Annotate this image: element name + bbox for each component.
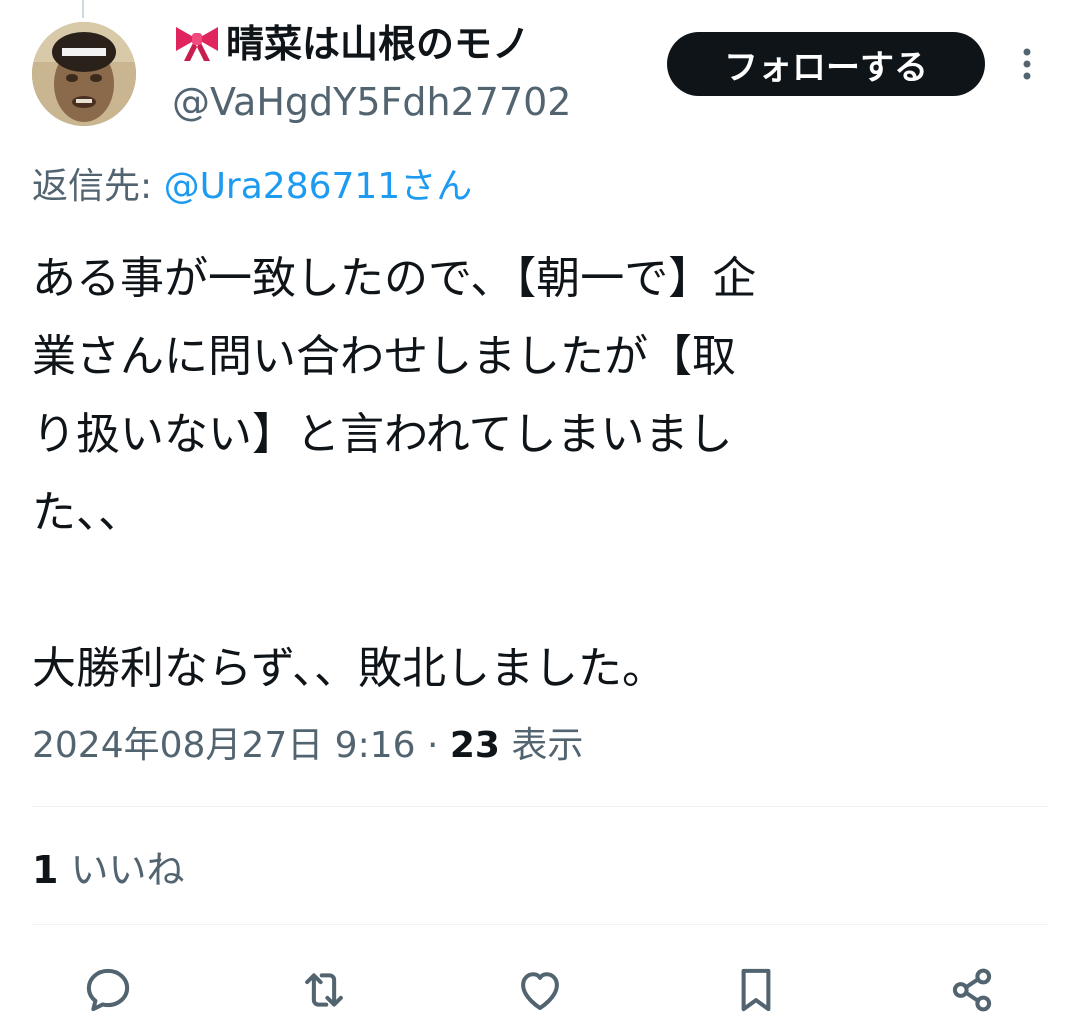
tweet-meta: 2024年08月27日 9:16 · 23 表示 xyxy=(32,718,583,774)
likes-label: いいね xyxy=(58,848,185,892)
bookmark-button[interactable] xyxy=(726,960,786,1020)
avatar[interactable] xyxy=(32,22,136,126)
thread-connector-line xyxy=(82,0,84,18)
tweet-text: ある事が一致したので、【朝一で】企 業さんに問い合わせしましたが【取 り扱いない… xyxy=(32,240,1032,708)
reply-button[interactable] xyxy=(78,960,138,1020)
tweet-timestamp[interactable]: 2024年08月27日 9:16 xyxy=(32,725,416,766)
action-bar xyxy=(32,950,1048,1026)
reply-to-prefix: 返信先: xyxy=(32,166,164,207)
views-count: 23 xyxy=(449,725,500,766)
author-display-name[interactable]: 晴菜は山根のモノ xyxy=(172,18,530,70)
ribbon-icon xyxy=(176,27,218,61)
like-icon xyxy=(521,972,559,1011)
tweet-text-blank-line xyxy=(32,552,1032,630)
reply-icon xyxy=(86,968,130,1012)
meta-separator: · xyxy=(415,725,450,766)
follow-button[interactable]: フォローする xyxy=(667,32,985,96)
divider xyxy=(32,806,1048,807)
tweet-text-line: 業さんに問い合わせしましたが【取 xyxy=(32,331,736,382)
reply-to-mention-link[interactable]: @Ura286711さん xyxy=(164,166,473,207)
retweet-button[interactable] xyxy=(294,960,354,1020)
likes-summary[interactable]: 1 いいね xyxy=(32,842,185,898)
divider xyxy=(32,924,1048,925)
more-options-icon[interactable] xyxy=(1012,44,1042,84)
likes-count: 1 xyxy=(32,848,59,892)
share-button[interactable] xyxy=(942,960,1002,1020)
tweet-text-line: ある事が一致したので、【朝一で】企 xyxy=(32,253,757,304)
share-icon xyxy=(952,968,992,1012)
author-handle[interactable]: @VaHgdY5Fdh27702 xyxy=(172,76,571,128)
retweet-icon xyxy=(305,973,343,1007)
like-button[interactable] xyxy=(510,960,570,1020)
tweet-text-line: り扱いない】と言われてしまいまし xyxy=(32,409,733,460)
reply-to-line: 返信先: @Ura286711さん xyxy=(32,160,472,214)
avatar-image xyxy=(32,22,136,126)
bookmark-icon xyxy=(741,968,771,1012)
views-label: 表示 xyxy=(499,725,584,766)
tweet-text-line: た、、 xyxy=(32,487,142,538)
tweet-text-line: 大勝利ならず、、敗北しました。 xyxy=(32,643,667,694)
author-name-text: 晴菜は山根のモノ xyxy=(226,22,531,66)
